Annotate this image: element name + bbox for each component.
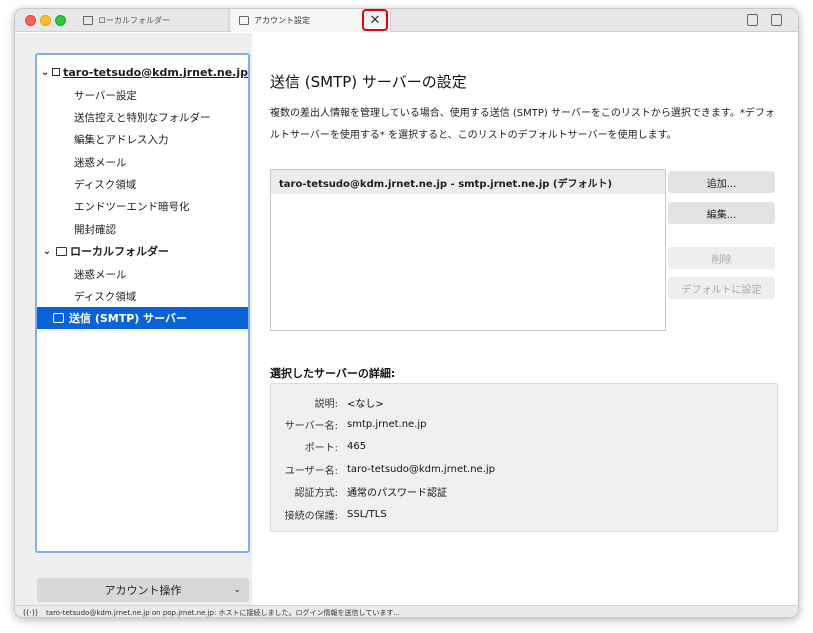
button-label: 削除 xyxy=(711,254,732,266)
detail-value: 通常のパスワード認証 xyxy=(347,487,447,499)
detail-value: 465 xyxy=(347,440,367,452)
tree-item-copies-folders[interactable]: 送信控えと特別なフォルダー xyxy=(37,106,248,128)
tree-item-smtp-servers[interactable]: 送信 (SMTP) サーバー xyxy=(37,307,248,329)
detail-row-description: 説明: <なし> xyxy=(271,392,384,412)
smtp-settings-pane: 送信 (SMTP) サーバーの設定 複数の差出人情報を管理している場合、使用する… xyxy=(252,33,798,605)
detail-row-connection-security: 接続の保護: SSL/TLS xyxy=(271,504,387,524)
tree-account[interactable]: ⌄ taro-tetsudo@kdm.jrnet.ne.jp xyxy=(37,61,248,83)
local-folders-label: ローカルフォルダー xyxy=(70,245,169,258)
tree-item-label: 編集とアドレス入力 xyxy=(74,133,169,146)
tab-label: アカウント設定 xyxy=(254,16,310,25)
detail-value: SSL/TLS xyxy=(347,508,387,520)
tree-item-composition[interactable]: 編集とアドレス入力 xyxy=(37,128,248,150)
tree-item-label: 開封確認 xyxy=(74,223,116,236)
tree-item-label: 送信 (SMTP) サーバー xyxy=(69,312,188,325)
detail-label: ユーザー名: xyxy=(284,465,338,477)
account-tree: ⌄ taro-tetsudo@kdm.jrnet.ne.jp サーバー設定 送信… xyxy=(35,53,250,553)
mail-icon xyxy=(52,68,61,76)
tab-close-button[interactable]: ✕ xyxy=(362,9,388,31)
chevron-down-icon[interactable]: ⌄ xyxy=(41,67,49,78)
outgoing-server-icon xyxy=(53,313,64,323)
account-label: taro-tetsudo@kdm.jrnet.ne.jp xyxy=(63,65,248,79)
detail-row-username: ユーザー名: taro-tetsudo@kdm.jrnet.ne.jp xyxy=(271,459,495,479)
activity-icon: ((·)) xyxy=(23,608,39,617)
detail-value: smtp.jrnet.ne.jp xyxy=(347,418,427,430)
account-actions-button[interactable]: アカウント操作 ⌄ xyxy=(37,578,249,602)
chevron-down-icon: ⌄ xyxy=(233,585,241,595)
tree-item-junk[interactable]: 迷惑メール xyxy=(37,151,248,173)
button-label: デフォルトに設定 xyxy=(681,284,762,296)
tree-item-label: 送信控えと特別なフォルダー xyxy=(74,111,211,124)
detail-row-server-name: サーバー名: smtp.jrnet.ne.jp xyxy=(271,414,427,434)
tree-item-local-junk[interactable]: 迷惑メール xyxy=(37,263,248,285)
detail-row-port: ポート: 465 xyxy=(271,436,366,456)
button-label: 編集... xyxy=(706,209,737,221)
tree-item-label: ディスク領域 xyxy=(74,290,137,303)
tab-local-folders[interactable]: ローカルフォルダー xyxy=(79,9,229,32)
account-sidebar: ⌄ taro-tetsudo@kdm.jrnet.ne.jp サーバー設定 送信… xyxy=(15,33,252,605)
server-details-box: 説明: <なし> サーバー名: smtp.jrnet.ne.jp ポート: 46… xyxy=(270,383,778,532)
detail-label: ポート: xyxy=(304,442,338,454)
detail-label: 説明: xyxy=(314,398,338,410)
edit-server-button[interactable]: 編集... xyxy=(668,202,775,224)
detail-row-auth-method: 認証方式: 通常のパスワード認証 xyxy=(271,481,447,501)
details-heading: 選択したサーバーの詳細: xyxy=(270,367,396,380)
tree-item-label: 迷惑メール xyxy=(74,156,127,169)
add-server-button[interactable]: 追加... xyxy=(668,171,775,193)
close-window-button[interactable] xyxy=(25,15,36,26)
smtp-server-list[interactable]: taro-tetsudo@kdm.jrnet.ne.jp - smtp.jrne… xyxy=(270,169,666,331)
detail-label: サーバー名: xyxy=(284,420,338,432)
tree-item-server-settings[interactable]: サーバー設定 xyxy=(37,84,248,106)
chevron-down-icon[interactable]: ⌄ xyxy=(41,246,53,257)
status-text: taro-tetsudo@kdm.jrnet.ne.jp on pop.jrne… xyxy=(46,608,401,617)
title-bar: ローカルフォルダー アカウント設定 ✕ xyxy=(15,9,798,32)
tree-item-label: サーバー設定 xyxy=(74,89,137,102)
list-item[interactable]: taro-tetsudo@kdm.jrnet.ne.jp - smtp.jrne… xyxy=(271,170,665,194)
page-title: 送信 (SMTP) サーバーの設定 xyxy=(270,73,467,91)
delete-server-button[interactable]: 削除 xyxy=(668,247,775,269)
tree-item-disk-space[interactable]: ディスク領域 xyxy=(37,173,248,195)
minimize-window-button[interactable] xyxy=(40,15,51,26)
tab-label: ローカルフォルダー xyxy=(98,16,170,25)
detail-label: 接続の保護: xyxy=(284,510,338,522)
detail-value: taro-tetsudo@kdm.jrnet.ne.jp xyxy=(347,463,496,475)
server-entry-label: taro-tetsudo@kdm.jrnet.ne.jp - smtp.jrne… xyxy=(279,178,613,190)
folder-icon xyxy=(83,16,93,25)
calendar-icon[interactable] xyxy=(747,14,758,26)
set-default-button[interactable]: デフォルトに設定 xyxy=(668,277,775,299)
tree-item-label: ディスク領域 xyxy=(74,178,137,191)
tree-item-return-receipts[interactable]: 開封確認 xyxy=(37,218,248,240)
tree-item-label: 迷惑メール xyxy=(74,268,127,281)
detail-label: 認証方式: xyxy=(294,487,338,499)
zoom-window-button[interactable] xyxy=(55,15,66,26)
app-window: ローカルフォルダー アカウント設定 ✕ ⌄ taro-tetsudo@kdm.j… xyxy=(14,8,799,618)
detail-value: <なし> xyxy=(347,398,384,410)
tasks-icon[interactable] xyxy=(771,14,782,26)
description-text: 複数の差出人情報を管理している場合、使用する送信 (SMTP) サーバーをこのリ… xyxy=(270,108,775,141)
tree-item-e2e-encryption[interactable]: エンドツーエンド暗号化 xyxy=(37,195,248,217)
settings-page-icon xyxy=(239,16,249,25)
tree-item-local-disk-space[interactable]: ディスク領域 xyxy=(37,285,248,307)
tree-local-folders[interactable]: ⌄ ローカルフォルダー xyxy=(37,240,248,262)
button-label: 追加... xyxy=(706,178,737,190)
account-actions-label: アカウント操作 xyxy=(104,584,182,597)
status-bar: ((·)) taro-tetsudo@kdm.jrnet.ne.jp on po… xyxy=(15,605,798,617)
folder-icon xyxy=(56,246,67,256)
close-icon: ✕ xyxy=(369,12,381,28)
tree-item-label: エンドツーエンド暗号化 xyxy=(74,200,190,213)
